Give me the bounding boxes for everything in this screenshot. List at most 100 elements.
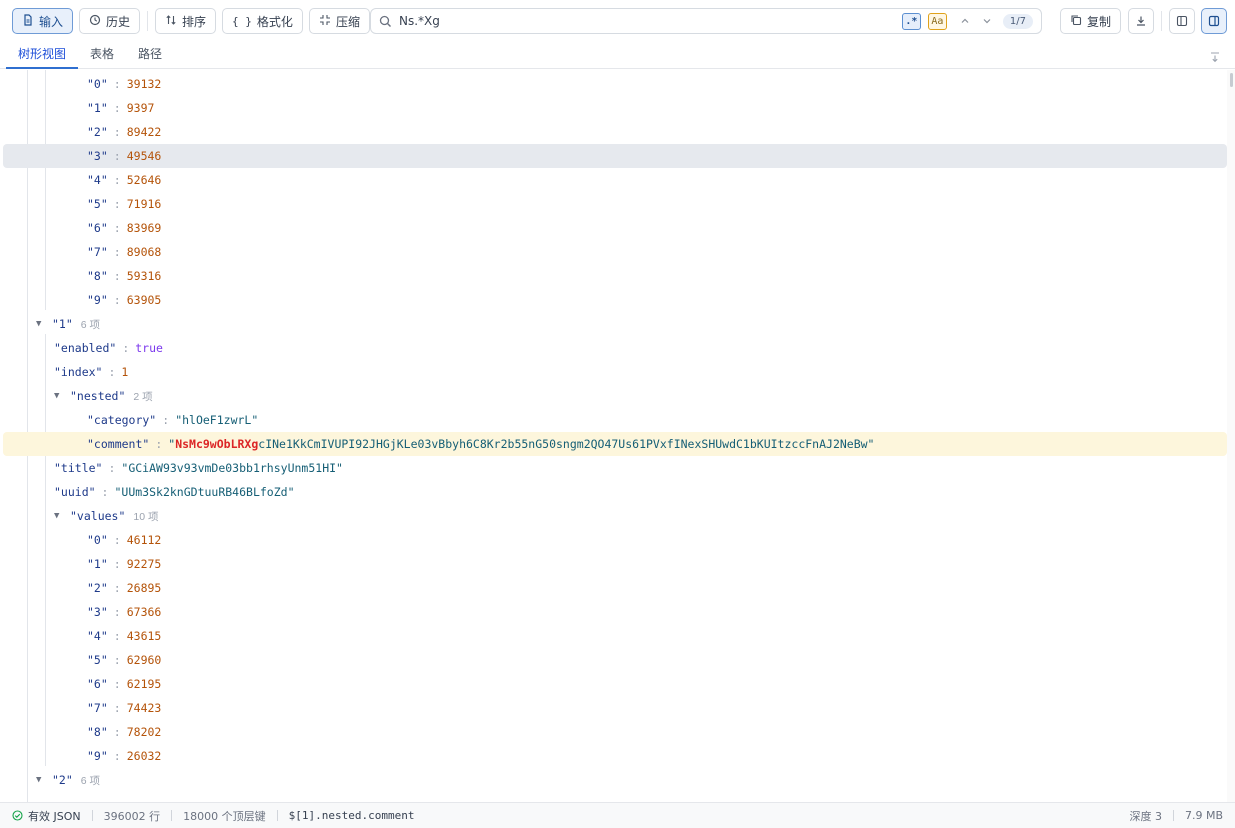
json-key: "6"	[87, 221, 108, 235]
tree-leaf-row[interactable]: "0":39132	[0, 72, 1227, 96]
match-case-toggle[interactable]: Aa	[927, 12, 947, 30]
tree-leaf-row[interactable]: "5":71916	[0, 192, 1227, 216]
json-key: "0"	[87, 533, 108, 547]
json-key: "1"	[52, 317, 73, 331]
json-value: 1	[121, 365, 129, 379]
panel-right-icon	[1208, 15, 1220, 27]
previous-match-button[interactable]	[954, 16, 976, 26]
copy-button[interactable]: 复制	[1060, 8, 1122, 34]
json-key: "title"	[54, 461, 103, 475]
tree-leaf-row[interactable]: "8":78202	[0, 720, 1227, 744]
json-value: 9397	[126, 101, 155, 115]
collapse-all-button[interactable]	[1209, 48, 1221, 67]
tree-leaf-row[interactable]: "uuid": "UUm3Sk2knGDtuuRB46BLfoZd"	[0, 480, 1227, 504]
json-viewer-app: 输入 历史 排序 { } 格式化 压缩 Ns.*Xg .* Aa 1/7 复制 …	[0, 0, 1235, 828]
json-key: "5"	[87, 653, 108, 667]
json-key: "uuid"	[54, 485, 96, 499]
json-key: "7"	[87, 701, 108, 715]
json-key: "3"	[87, 605, 108, 619]
history-button[interactable]: 历史	[79, 8, 141, 34]
tree-leaf-row[interactable]: "title": "GCiAW93v93vmDe03bb1rhsyUnm51HI"	[0, 456, 1227, 480]
status-divider	[1172, 810, 1174, 821]
tree-leaf-row[interactable]: "1":92275	[0, 552, 1227, 576]
tree-node-row[interactable]: ▼ "2" 6 项	[0, 768, 1227, 792]
expand-caret-icon[interactable]: ▼	[36, 319, 46, 329]
tree-leaf-row[interactable]: "9":63905	[0, 288, 1227, 312]
tree-leaf-row[interactable]: "3":67366	[0, 600, 1227, 624]
scrollbar-thumb[interactable]	[1230, 73, 1233, 87]
tree-leaf-row[interactable]: "4":43615	[0, 624, 1227, 648]
json-key: "5"	[87, 197, 108, 211]
json-value: 26032	[126, 749, 162, 763]
child-count: 6 项	[80, 318, 101, 331]
expand-caret-icon[interactable]: ▼	[36, 775, 46, 785]
json-value: 89068	[126, 245, 162, 259]
tree-leaf-row[interactable]: "7":74423	[0, 696, 1227, 720]
sort-button[interactable]: 排序	[155, 8, 217, 34]
tree-leaf-row[interactable]: "8":59316	[0, 264, 1227, 288]
compress-button[interactable]: 压缩	[308, 8, 370, 34]
json-key: "enabled"	[54, 341, 117, 355]
tab-table[interactable]: 表格	[78, 42, 126, 69]
json-value: "UUm3Sk2knGDtuuRB46BLfoZd"	[114, 485, 295, 499]
tab-tree-view[interactable]: 树形视图	[6, 42, 79, 69]
key-value-separator: :	[113, 197, 121, 211]
left-panel-toggle[interactable]	[1169, 8, 1196, 34]
search-bar: Ns.*Xg .* Aa 1/7	[370, 8, 1042, 34]
sort-label: 排序	[182, 14, 207, 29]
tree-leaf-row[interactable]: "2":26895	[0, 576, 1227, 600]
json-value: 78202	[126, 725, 162, 739]
input-button[interactable]: 输入	[12, 8, 74, 34]
download-icon	[1137, 16, 1146, 26]
status-divider	[276, 810, 278, 821]
json-key: "0"	[87, 77, 108, 91]
json-key: "values"	[70, 509, 126, 523]
json-value: 74423	[126, 701, 162, 715]
tree-leaf-row[interactable]: "6":62195	[0, 672, 1227, 696]
expand-caret-icon[interactable]: ▼	[54, 391, 64, 401]
tree-leaf-row[interactable]: "3":49546	[3, 144, 1227, 168]
tree-leaf-row[interactable]: "6":83969	[0, 216, 1227, 240]
history-icon	[89, 14, 101, 29]
expand-caret-icon[interactable]: ▼	[54, 511, 64, 521]
right-toolbar: 复制	[1060, 8, 1228, 34]
key-value-separator: :	[113, 533, 121, 547]
right-panel-toggle[interactable]	[1201, 8, 1228, 34]
download-button[interactable]	[1128, 8, 1155, 34]
key-value-separator: :	[122, 341, 130, 355]
tree-leaf-row[interactable]: "4":52646	[0, 168, 1227, 192]
tree-leaf-row[interactable]: "2":89422	[0, 120, 1227, 144]
tree-leaf-row[interactable]: "enabled": true	[0, 336, 1227, 360]
format-button[interactable]: { } 格式化	[222, 8, 303, 34]
regex-toggle[interactable]: .*	[901, 12, 921, 30]
tab-path[interactable]: 路径	[126, 42, 174, 69]
tree-leaf-row[interactable]: "1":9397	[0, 96, 1227, 120]
tree-leaf-row[interactable]: "5":62960	[0, 648, 1227, 672]
tree-node-row[interactable]: ▼ "values" 10 项	[0, 504, 1227, 528]
tree-leaf-row[interactable]: "comment": "NsMc9wObLRXgcINe1KkCmIVUPI92J…	[3, 432, 1227, 456]
json-value: 43615	[126, 629, 162, 643]
tree-leaf-row[interactable]: "0":46112	[0, 528, 1227, 552]
toolbar-divider	[1161, 11, 1163, 31]
tree-leaf-row[interactable]: "7":89068	[0, 240, 1227, 264]
json-value: 83969	[126, 221, 162, 235]
sort-icon	[165, 14, 177, 29]
tree-node-row[interactable]: ▼ "nested" 2 项	[0, 384, 1227, 408]
json-value: true	[135, 341, 163, 355]
json-tree: "0":39132 "1":9397 "2":89422 "3":49546 "4":5…	[0, 70, 1235, 802]
json-key: "index"	[54, 365, 103, 379]
search-input[interactable]: Ns.*Xg	[399, 14, 902, 28]
json-key: "4"	[87, 629, 108, 643]
json-key: "8"	[87, 725, 108, 739]
key-value-separator: :	[108, 461, 116, 475]
key-value-separator: :	[108, 365, 116, 379]
tree-leaf-row[interactable]: "index":1	[0, 360, 1227, 384]
key-value-separator: :	[113, 245, 121, 259]
scrollbar[interactable]	[1227, 70, 1235, 802]
json-value: "hlOeF1zwrL"	[175, 413, 259, 427]
tree-node-row[interactable]: ▼ "1" 6 项	[0, 312, 1227, 336]
tree-leaf-row[interactable]: "category": "hlOeF1zwrL"	[0, 408, 1227, 432]
next-match-button[interactable]	[976, 16, 998, 26]
tree-leaf-row[interactable]: "9":26032	[0, 744, 1227, 768]
json-value: "GCiAW93v93vmDe03bb1rhsyUnm51HI"	[121, 461, 343, 475]
